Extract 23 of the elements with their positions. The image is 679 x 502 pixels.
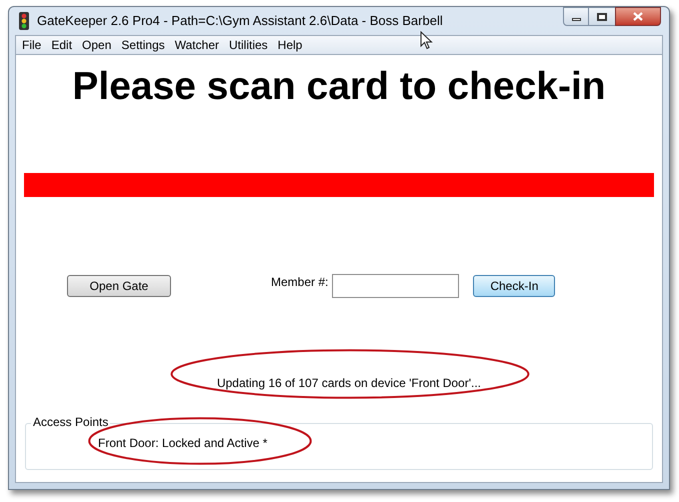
open-gate-button[interactable]: Open Gate bbox=[67, 275, 171, 297]
close-icon bbox=[633, 12, 643, 21]
traffic-light-icon bbox=[17, 12, 31, 30]
menu-item[interactable]: Watcher bbox=[170, 36, 223, 54]
access-point-status: Front Door: Locked and Active * bbox=[98, 435, 268, 452]
restore-icon bbox=[597, 12, 607, 20]
member-input-field[interactable] bbox=[332, 274, 460, 298]
menu-item[interactable]: Open bbox=[78, 36, 116, 54]
maximize-button[interactable] bbox=[589, 7, 615, 26]
close-button[interactable] bbox=[615, 7, 661, 26]
window-title: GateKeeper 2.6 Pro4 - Path=C:\Gym Assistant 2.6\Data - Boss Barbell bbox=[37, 12, 443, 30]
status-text: Updating 16 of 107 cards on device 'Front Door'... bbox=[216, 375, 482, 392]
menu-item[interactable]: Utilities bbox=[224, 36, 272, 54]
check-in-button[interactable]: Check-In bbox=[473, 275, 556, 297]
member-label: Member #: bbox=[271, 274, 328, 291]
menu-item[interactable]: Help bbox=[274, 36, 306, 54]
heading: Please scan card to check-in bbox=[71, 64, 607, 110]
menu-item[interactable]: Edit bbox=[47, 36, 76, 54]
menu-item[interactable]: File bbox=[18, 36, 46, 54]
menu-item[interactable]: Settings bbox=[117, 36, 169, 54]
minimize-button[interactable] bbox=[563, 7, 589, 26]
mouse-cursor-icon bbox=[420, 31, 433, 50]
minimize-icon bbox=[572, 18, 580, 20]
